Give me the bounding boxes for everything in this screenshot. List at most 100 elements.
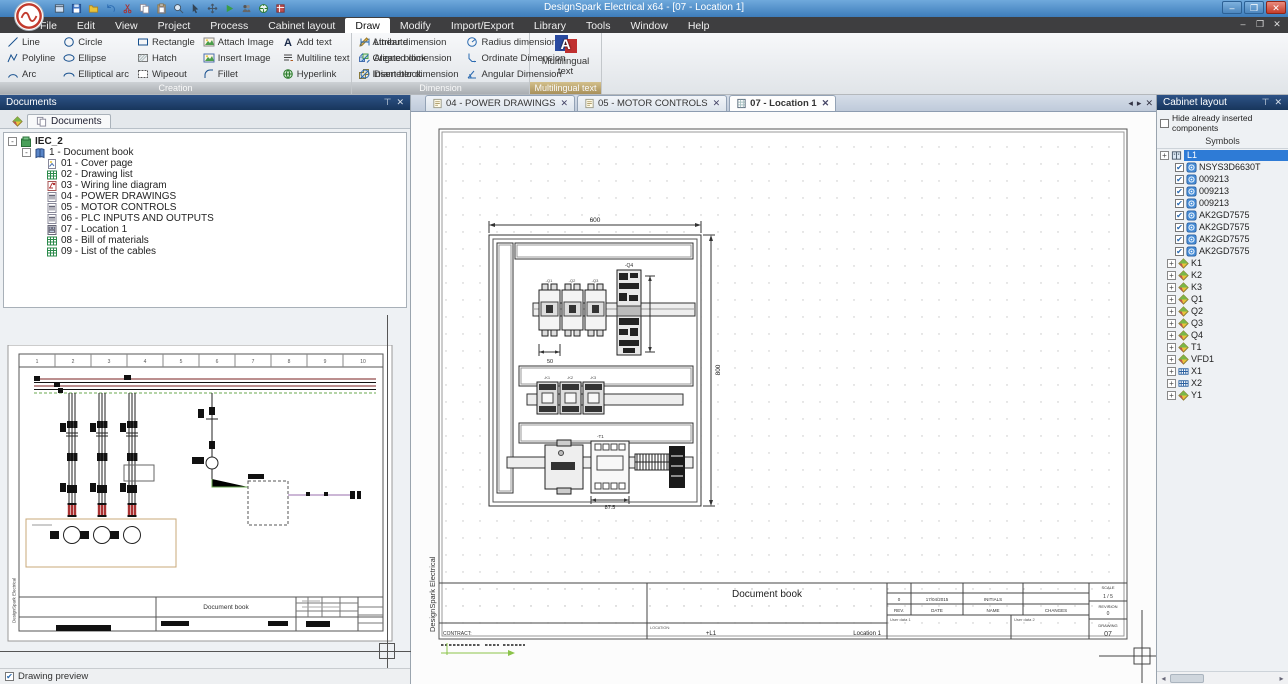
component-row[interactable]: + X1 — [1157, 365, 1288, 377]
tree-item-book[interactable]: - 1 - Document book — [22, 147, 406, 158]
component-row[interactable]: + Q1 — [1157, 293, 1288, 305]
component-row[interactable]: + Q4 — [1157, 329, 1288, 341]
collapse-icon[interactable]: - — [8, 137, 17, 146]
mdi-close-button[interactable]: ✕ — [1270, 19, 1284, 30]
tree-item-page[interactable]: 04 - POWER DRAWINGS — [46, 191, 406, 202]
expand-icon[interactable]: + — [1167, 271, 1176, 280]
maximize-button[interactable]: ❐ — [1244, 1, 1264, 14]
menu-item[interactable]: Import/Export — [441, 18, 524, 33]
expand-icon[interactable]: + — [1167, 319, 1176, 328]
minimize-button[interactable]: – — [1222, 1, 1242, 14]
tree-item-page[interactable]: 09 - List of the cables — [46, 246, 406, 257]
symbol-row[interactable]: ✔ AK2GD7575 — [1157, 221, 1288, 233]
drawing-preview-checkbox[interactable]: ✔ — [5, 672, 14, 681]
ribbon-button[interactable]: Hatch — [134, 50, 198, 66]
symbol-row[interactable]: ✔ AK2GD7575 — [1157, 245, 1288, 257]
ribbon-button[interactable]: Fillet — [200, 66, 277, 82]
collapse-icon[interactable]: - — [22, 148, 31, 157]
menu-item[interactable]: Process — [200, 18, 258, 33]
scrollbar-thumb[interactable] — [1170, 674, 1204, 683]
symbol-checkbox[interactable]: ✔ — [1175, 235, 1184, 244]
scroll-right-icon[interactable]: ▸ — [1275, 674, 1288, 683]
symbol-row[interactable]: ✔ 009213 — [1157, 197, 1288, 209]
ribbon-button[interactable]: Polyline — [4, 50, 58, 66]
drawing-tab[interactable]: 05 - MOTOR CONTROLS ✕ — [577, 95, 727, 111]
menu-item[interactable]: Project — [148, 18, 201, 33]
tab-close-icon[interactable]: ✕ — [713, 98, 721, 109]
drawing-preview[interactable]: 12345678910 — [6, 345, 402, 667]
symbol-row[interactable]: ✔ 009213 — [1157, 185, 1288, 197]
expand-icon[interactable]: + — [1167, 343, 1176, 352]
menu-item[interactable]: Window — [620, 18, 677, 33]
tree-item-root[interactable]: - IEC_2 — [8, 136, 406, 147]
expand-icon[interactable]: + — [1167, 259, 1176, 268]
tab-scroll-right-icon[interactable]: ▸ — [1137, 98, 1142, 109]
ribbon-button[interactable]: Aligned dimension — [356, 50, 461, 66]
menu-item[interactable]: Modify — [390, 18, 441, 33]
ribbon-button[interactable]: Elliptical arc — [60, 66, 132, 82]
mdi-minimize-button[interactable]: – — [1236, 19, 1250, 30]
ribbon-button[interactable]: Arc — [4, 66, 58, 82]
tree-item-page[interactable]: 07 - Location 1 — [46, 224, 406, 235]
project-tab[interactable] — [8, 115, 27, 128]
component-row[interactable]: + K3 — [1157, 281, 1288, 293]
expand-icon[interactable]: + — [1167, 307, 1176, 316]
symbol-checkbox[interactable]: ✔ — [1175, 223, 1184, 232]
expand-icon[interactable]: + — [1167, 379, 1176, 388]
symbol-checkbox[interactable]: ✔ — [1175, 175, 1184, 184]
expand-icon[interactable]: + — [1167, 331, 1176, 340]
pin-icon[interactable]: ⊤ — [384, 97, 392, 108]
ribbon-button[interactable]: Line — [4, 34, 58, 50]
expand-icon[interactable]: + — [1167, 355, 1176, 364]
symbol-checkbox[interactable]: ✔ — [1175, 199, 1184, 208]
expand-icon[interactable]: + — [1167, 283, 1176, 292]
component-row[interactable]: + Y1 — [1157, 389, 1288, 401]
menu-item[interactable]: Cabinet layout — [258, 18, 345, 33]
menu-item[interactable]: Help — [678, 18, 720, 33]
tab-list-close-icon[interactable]: ✕ — [1145, 98, 1153, 109]
ribbon-button[interactable]: Attach Image — [200, 34, 277, 50]
component-row[interactable]: + Q2 — [1157, 305, 1288, 317]
menu-item[interactable]: Edit — [67, 18, 105, 33]
multilingual-text-button[interactable]: A Multilingual text — [536, 33, 596, 77]
location-row[interactable]: + L1 — [1157, 149, 1288, 161]
tree-item-page[interactable]: 03 - Wiring line diagram — [46, 180, 406, 191]
ribbon-button[interactable]: Insert Image — [200, 50, 277, 66]
ribbon-button[interactable]: Circle — [60, 34, 132, 50]
symbol-checkbox[interactable]: ✔ — [1175, 211, 1184, 220]
ribbon-button[interactable]: Wipeout — [134, 66, 198, 82]
menu-item[interactable]: Library — [524, 18, 576, 33]
menu-item[interactable]: Draw — [345, 18, 390, 33]
symbol-row[interactable]: ✔ 009213 — [1157, 173, 1288, 185]
drawing-tab[interactable]: 07 - Location 1 ✕ — [729, 95, 836, 111]
symbol-row[interactable]: ✔ NSYS3D6630T — [1157, 161, 1288, 173]
ribbon-button[interactable]: Multiline text — [279, 50, 353, 66]
symbol-checkbox[interactable]: ✔ — [1175, 163, 1184, 172]
cabinet-panel-hscrollbar[interactable]: ◂ ▸ — [1157, 671, 1288, 684]
tree-item-page[interactable]: 08 - Bill of materials — [46, 235, 406, 246]
tab-close-icon[interactable]: ✕ — [822, 98, 830, 109]
ribbon-button[interactable]: Rectangle — [134, 34, 198, 50]
panel-close-icon[interactable]: ✕ — [1274, 97, 1282, 108]
symbol-checkbox[interactable]: ✔ — [1175, 187, 1184, 196]
pin-icon[interactable]: ⊤ — [1262, 97, 1270, 108]
hide-inserted-checkbox[interactable] — [1160, 119, 1169, 128]
scroll-left-icon[interactable]: ◂ — [1157, 674, 1170, 683]
ribbon-button[interactable]: Linear dimension — [356, 34, 461, 50]
symbol-checkbox[interactable]: ✔ — [1175, 247, 1184, 256]
menu-item[interactable]: View — [105, 18, 148, 33]
tree-item-page[interactable]: 05 - MOTOR CONTROLS — [46, 202, 406, 213]
drawing-canvas[interactable]: DesignSpark Electrical 600 800 — [411, 112, 1156, 684]
close-button[interactable]: ✕ — [1266, 1, 1286, 14]
expand-icon[interactable]: + — [1160, 151, 1169, 160]
expand-icon[interactable]: + — [1167, 367, 1176, 376]
mdi-restore-button[interactable]: ❐ — [1253, 19, 1267, 30]
component-row[interactable]: + X2 — [1157, 377, 1288, 389]
tree-item-page[interactable]: 01 - Cover page — [46, 158, 406, 169]
expand-icon[interactable]: + — [1167, 295, 1176, 304]
tree-item-page[interactable]: 02 - Drawing list — [46, 169, 406, 180]
component-row[interactable]: + VFD1 — [1157, 353, 1288, 365]
tree-item-page[interactable]: 06 - PLC INPUTS AND OUTPUTS — [46, 213, 406, 224]
symbol-row[interactable]: ✔ AK2GD7575 — [1157, 209, 1288, 221]
component-row[interactable]: + T1 — [1157, 341, 1288, 353]
